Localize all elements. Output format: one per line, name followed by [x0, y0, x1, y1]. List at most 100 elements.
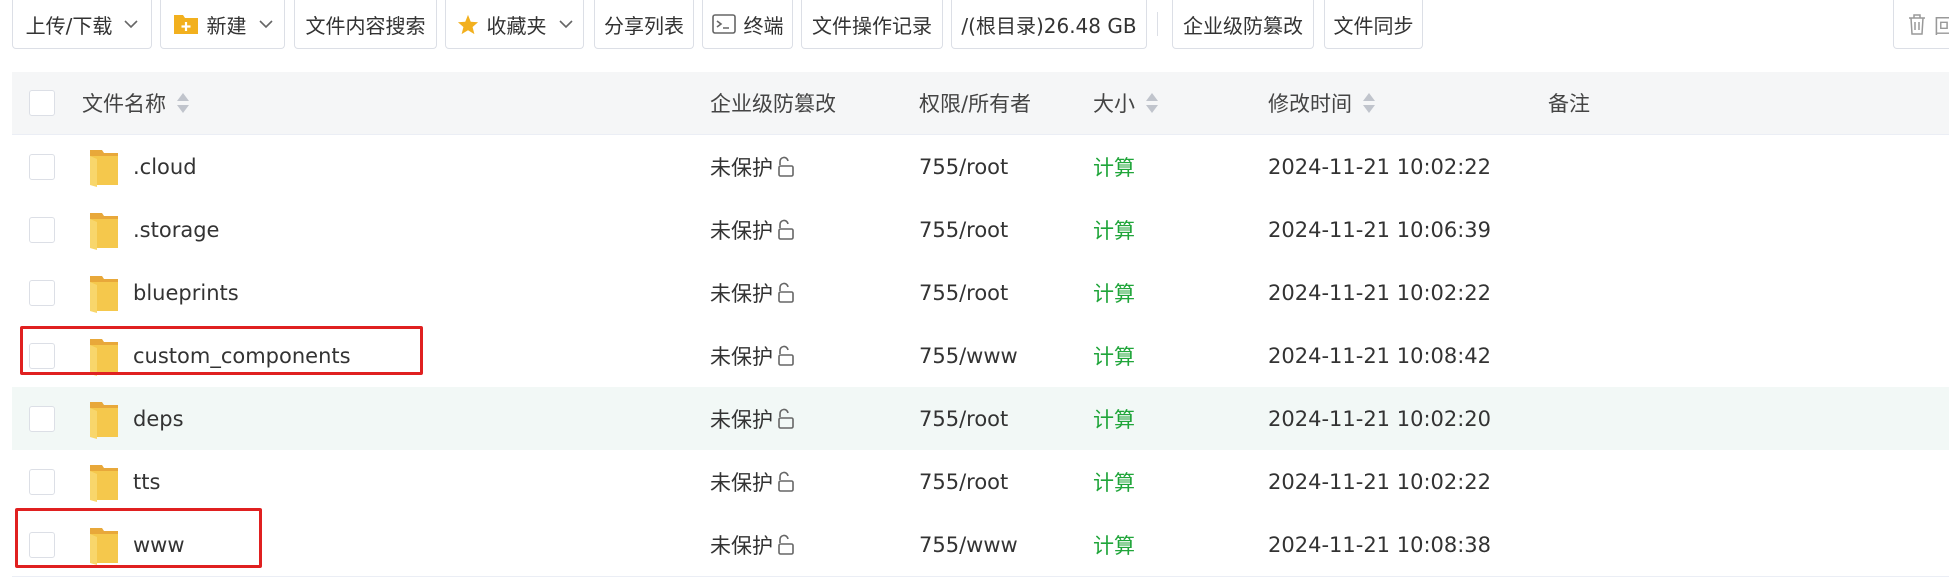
column-mtime-label: 修改时间 — [1268, 92, 1352, 116]
star-icon — [457, 14, 479, 35]
content-search-button[interactable]: 文件内容搜索 — [294, 0, 437, 49]
table-row[interactable]: .storage 未保护 755/root 计算 2024-11-21 10:0… — [12, 198, 1949, 262]
file-name[interactable]: .storage — [133, 198, 219, 261]
size-calc-link[interactable]: 计算 — [1093, 450, 1135, 513]
share-list-button[interactable]: 分享列表 — [594, 0, 694, 49]
trash-icon — [1908, 13, 1926, 35]
recycle-bin-label: 回 — [1934, 13, 1949, 38]
row-checkbox[interactable] — [29, 154, 55, 180]
upload-download-label: 上传/下载 — [25, 13, 113, 38]
modified-time: 2024-11-21 10:02:22 — [1268, 280, 1492, 305]
permission-owner[interactable]: 755/root — [919, 450, 1008, 513]
protection-status[interactable]: 未保护 — [710, 387, 795, 450]
content-search-label: 文件内容搜索 — [305, 13, 426, 38]
folder-icon — [88, 399, 120, 439]
unlock-icon — [775, 219, 795, 241]
size-calc-link[interactable]: 计算 — [1093, 513, 1135, 576]
column-name-label: 文件名称 — [82, 92, 166, 116]
size-calc-link[interactable]: 计算 — [1093, 135, 1135, 198]
row-checkbox[interactable] — [29, 280, 55, 306]
protection-label: 未保护 — [710, 407, 773, 432]
table-row[interactable]: deps 未保护 755/root 计算 2024-11-21 10:02:20 — [12, 387, 1949, 451]
protection-label: 未保护 — [710, 533, 773, 558]
size-calc-link[interactable]: 计算 — [1093, 324, 1135, 387]
modified-time: 2024-11-21 10:08:42 — [1268, 343, 1492, 368]
column-note-header: 备注 — [1548, 72, 1590, 134]
protection-status[interactable]: 未保护 — [710, 324, 795, 387]
row-checkbox[interactable] — [29, 469, 55, 495]
modified-time: 2024-11-21 10:06:39 — [1268, 217, 1492, 242]
modified-time: 2024-11-21 10:02:20 — [1268, 406, 1492, 431]
protection-label: 未保护 — [710, 344, 773, 369]
chevron-down-icon — [559, 19, 573, 29]
file-sync-button[interactable]: 文件同步 — [1324, 0, 1423, 49]
table-row[interactable]: blueprints 未保护 755/root 计算 2024-11-21 10… — [12, 261, 1949, 325]
protection-status[interactable]: 未保护 — [710, 198, 795, 261]
select-all-checkbox[interactable] — [29, 90, 55, 116]
upload-download-button[interactable]: 上传/下载 — [12, 0, 152, 49]
new-label: 新建 — [206, 13, 247, 38]
root-disk-label: /(根目录)26.48 GB — [961, 13, 1137, 38]
protection-label: 未保护 — [710, 218, 773, 243]
permission-owner[interactable]: 755/root — [919, 387, 1008, 450]
permission-owner[interactable]: 755/www — [919, 324, 1018, 387]
protection-status[interactable]: 未保护 — [710, 261, 795, 324]
column-mtime-header[interactable]: 修改时间 — [1268, 72, 1376, 134]
permission-owner[interactable]: 755/www — [919, 513, 1018, 576]
terminal-icon — [711, 14, 736, 34]
folder-icon — [88, 273, 120, 313]
share-list-label: 分享列表 — [604, 13, 684, 38]
tamper-proof-label: 企业级防篡改 — [1183, 13, 1303, 38]
unlock-icon — [775, 282, 795, 304]
size-calc-link[interactable]: 计算 — [1093, 387, 1135, 450]
table-row[interactable]: www 未保护 755/www 计算 2024-11-21 10:08:38 — [12, 513, 1949, 577]
terminal-label: 终端 — [743, 13, 784, 38]
table-row[interactable]: tts 未保护 755/root 计算 2024-11-21 10:02:22 — [12, 450, 1949, 514]
sort-icon[interactable] — [1145, 92, 1159, 114]
column-size-label: 大小 — [1093, 92, 1135, 116]
permission-owner[interactable]: 755/root — [919, 261, 1008, 324]
recycle-bin-button[interactable]: 回 — [1893, 0, 1949, 49]
highlight-box — [20, 326, 423, 375]
column-size-header[interactable]: 大小 — [1093, 72, 1159, 134]
sort-icon[interactable] — [176, 92, 190, 114]
file-name[interactable]: deps — [133, 387, 184, 450]
operation-log-label: 文件操作记录 — [812, 13, 932, 38]
protection-status[interactable]: 未保护 — [710, 450, 795, 513]
permission-owner[interactable]: 755/root — [919, 198, 1008, 261]
protection-status[interactable]: 未保护 — [710, 135, 795, 198]
protection-label: 未保护 — [710, 155, 773, 180]
favorites-button[interactable]: 收藏夹 — [445, 0, 584, 49]
column-note-label: 备注 — [1548, 92, 1590, 116]
column-tamper-label: 企业级防篡改 — [710, 92, 836, 116]
new-folder-icon — [173, 13, 199, 35]
size-calc-link[interactable]: 计算 — [1093, 261, 1135, 324]
sort-icon[interactable] — [1362, 92, 1376, 114]
modified-time: 2024-11-21 10:02:22 — [1268, 154, 1492, 179]
file-name[interactable]: .cloud — [133, 135, 197, 198]
table-row[interactable]: .cloud 未保护 755/root 计算 2024-11-21 10:02:… — [12, 135, 1949, 199]
modified-time: 2024-11-21 10:08:38 — [1268, 532, 1492, 557]
row-checkbox[interactable] — [29, 406, 55, 432]
row-checkbox[interactable] — [29, 217, 55, 243]
new-button[interactable]: 新建 — [160, 0, 285, 49]
file-name[interactable]: blueprints — [133, 261, 239, 324]
modified-time: 2024-11-21 10:02:22 — [1268, 469, 1492, 494]
protection-status[interactable]: 未保护 — [710, 513, 795, 576]
root-disk-button[interactable]: /(根目录)26.48 GB — [951, 0, 1147, 49]
unlock-icon — [775, 156, 795, 178]
permission-owner[interactable]: 755/root — [919, 135, 1008, 198]
column-perm-header: 权限/所有者 — [919, 72, 1031, 134]
tamper-proof-button[interactable]: 企业级防篡改 — [1172, 0, 1314, 49]
protection-label: 未保护 — [710, 470, 773, 495]
protection-label: 未保护 — [710, 281, 773, 306]
toolbar: 上传/下载 新建 文件内容搜索 收藏夹 分享列表 终端 文件操作记录 /(根目录… — [0, 0, 1949, 50]
operation-log-button[interactable]: 文件操作记录 — [801, 0, 943, 49]
column-name-header[interactable]: 文件名称 — [82, 72, 190, 134]
terminal-button[interactable]: 终端 — [702, 0, 793, 49]
chevron-down-icon — [259, 19, 273, 29]
favorites-label: 收藏夹 — [486, 13, 547, 38]
folder-icon — [88, 210, 120, 250]
file-name[interactable]: tts — [133, 450, 160, 513]
size-calc-link[interactable]: 计算 — [1093, 198, 1135, 261]
